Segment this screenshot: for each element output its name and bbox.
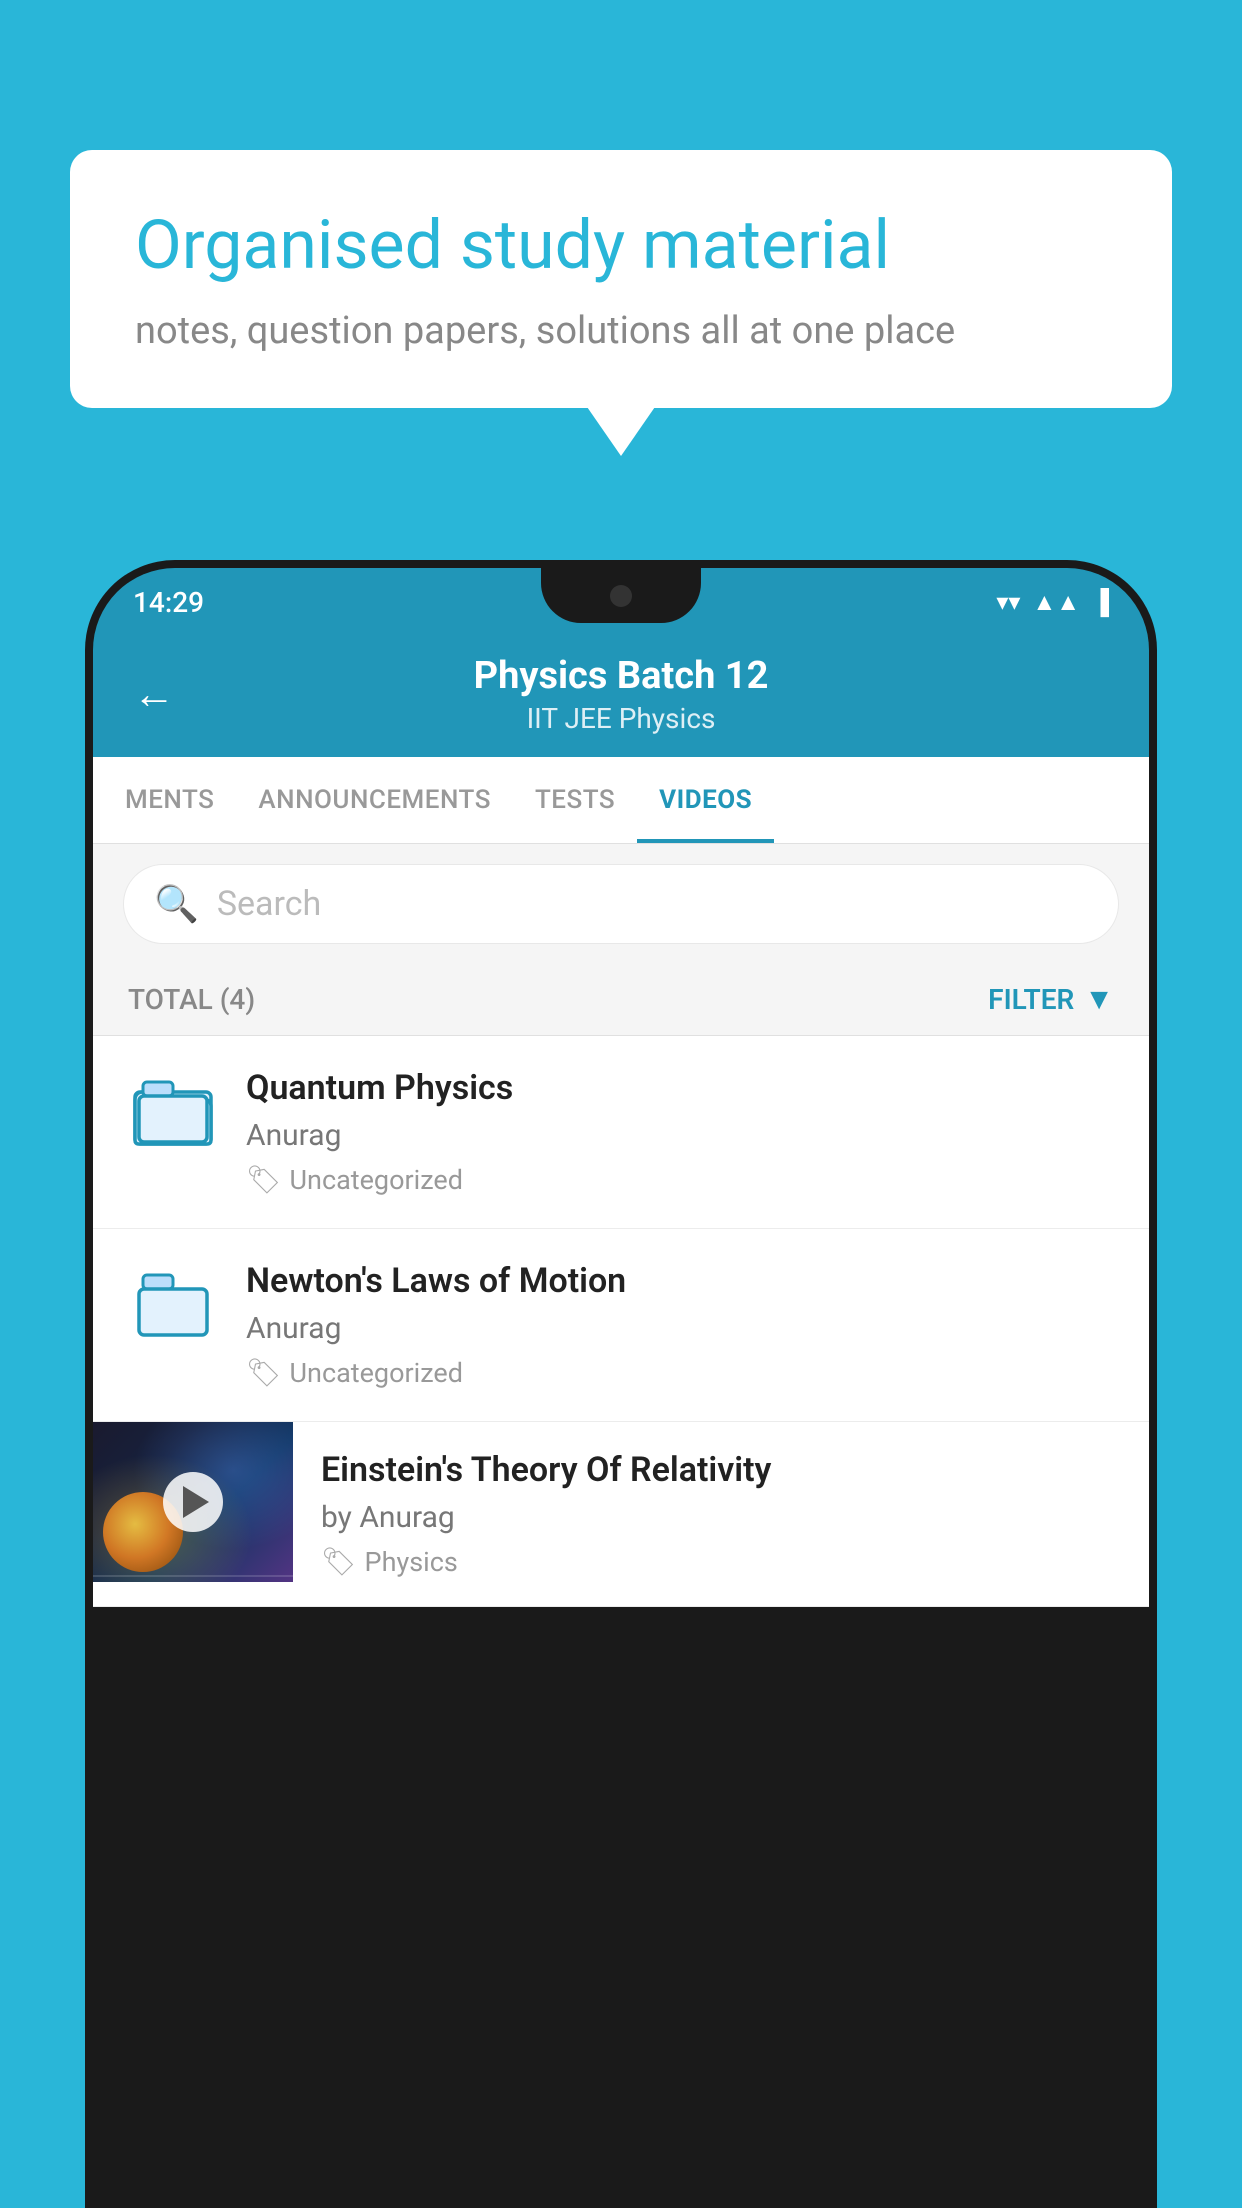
- play-triangle-icon: [183, 1486, 209, 1518]
- video-thumbnail: [93, 1422, 293, 1582]
- video-title: Einstein's Theory Of Relativity: [321, 1450, 1121, 1490]
- tag-text: Uncategorized: [290, 1357, 463, 1389]
- tag-icon: 🏷: [246, 1356, 282, 1389]
- list-item[interactable]: Newton's Laws of Motion Anurag 🏷 Uncateg…: [93, 1229, 1149, 1422]
- tab-videos[interactable]: VIDEOS: [637, 757, 774, 843]
- total-count: TOTAL (4): [128, 983, 255, 1016]
- video-author: by Anurag: [321, 1500, 1121, 1535]
- phone-frame: 14:29 ▾▾ ▲▲ ▐ ← Physics Batch 12 IIT JEE…: [85, 560, 1157, 2208]
- speech-bubble-container: Organised study material notes, question…: [70, 150, 1172, 408]
- tag-icon: 🏷: [246, 1163, 282, 1196]
- header-title: Physics Batch 12: [205, 654, 1037, 698]
- battery-icon: ▐: [1092, 588, 1109, 617]
- search-bar[interactable]: 🔍 Search: [123, 864, 1119, 944]
- content-list: Quantum Physics Anurag 🏷 Uncategorized: [93, 1036, 1149, 1607]
- tab-tests[interactable]: TESTS: [513, 757, 637, 843]
- item-details: Newton's Laws of Motion Anurag 🏷 Uncateg…: [246, 1261, 1114, 1389]
- list-item[interactable]: Quantum Physics Anurag 🏷 Uncategorized: [93, 1036, 1149, 1229]
- tab-ments[interactable]: MENTS: [103, 757, 236, 843]
- item-tag: 🏷 Uncategorized: [246, 1356, 1114, 1389]
- folder-icon: [128, 1261, 218, 1351]
- app-header: ← Physics Batch 12 IIT JEE Physics: [93, 636, 1149, 757]
- folder-icon: [128, 1068, 218, 1158]
- header-subtitle: IIT JEE Physics: [205, 702, 1037, 735]
- item-details: Quantum Physics Anurag 🏷 Uncategorized: [246, 1068, 1114, 1196]
- camera-dot: [610, 585, 632, 607]
- status-bar: 14:29 ▾▾ ▲▲ ▐: [93, 568, 1149, 636]
- signal-icon: ▲▲: [1032, 588, 1080, 617]
- list-item-video[interactable]: Einstein's Theory Of Relativity by Anura…: [93, 1422, 1149, 1607]
- search-placeholder: Search: [217, 884, 321, 924]
- tab-announcements[interactable]: ANNOUNCEMENTS: [236, 757, 513, 843]
- search-container: 🔍 Search: [93, 844, 1149, 964]
- back-button[interactable]: ←: [133, 670, 175, 719]
- notch: [541, 568, 701, 623]
- video-details: Einstein's Theory Of Relativity by Anura…: [293, 1422, 1149, 1606]
- item-tag: 🏷 Uncategorized: [246, 1163, 1114, 1196]
- filter-label: FILTER: [988, 983, 1074, 1016]
- filter-bar: TOTAL (4) FILTER ▼: [93, 964, 1149, 1036]
- bubble-title: Organised study material: [135, 205, 1107, 287]
- status-icons: ▾▾ ▲▲ ▐: [996, 588, 1109, 617]
- video-tag: 🏷 Physics: [321, 1545, 1121, 1578]
- header-title-area: Physics Batch 12 IIT JEE Physics: [205, 654, 1037, 735]
- item-title: Quantum Physics: [246, 1068, 1114, 1108]
- item-title: Newton's Laws of Motion: [246, 1261, 1114, 1301]
- speech-bubble: Organised study material notes, question…: [70, 150, 1172, 408]
- bubble-subtitle: notes, question papers, solutions all at…: [135, 309, 1107, 353]
- tag-icon: 🏷: [321, 1545, 357, 1578]
- item-author: Anurag: [246, 1118, 1114, 1153]
- tag-text: Uncategorized: [290, 1164, 463, 1196]
- tag-text: Physics: [365, 1546, 458, 1578]
- tabs-bar: MENTS ANNOUNCEMENTS TESTS VIDEOS: [93, 757, 1149, 844]
- search-icon: 🔍: [154, 883, 199, 925]
- item-author: Anurag: [246, 1311, 1114, 1346]
- filter-button[interactable]: FILTER ▼: [988, 982, 1114, 1017]
- phone-inner: 14:29 ▾▾ ▲▲ ▐ ← Physics Batch 12 IIT JEE…: [93, 568, 1149, 2208]
- filter-funnel-icon: ▼: [1084, 982, 1114, 1017]
- status-time: 14:29: [133, 586, 204, 619]
- play-button[interactable]: [163, 1472, 223, 1532]
- wifi-icon: ▾▾: [996, 588, 1020, 616]
